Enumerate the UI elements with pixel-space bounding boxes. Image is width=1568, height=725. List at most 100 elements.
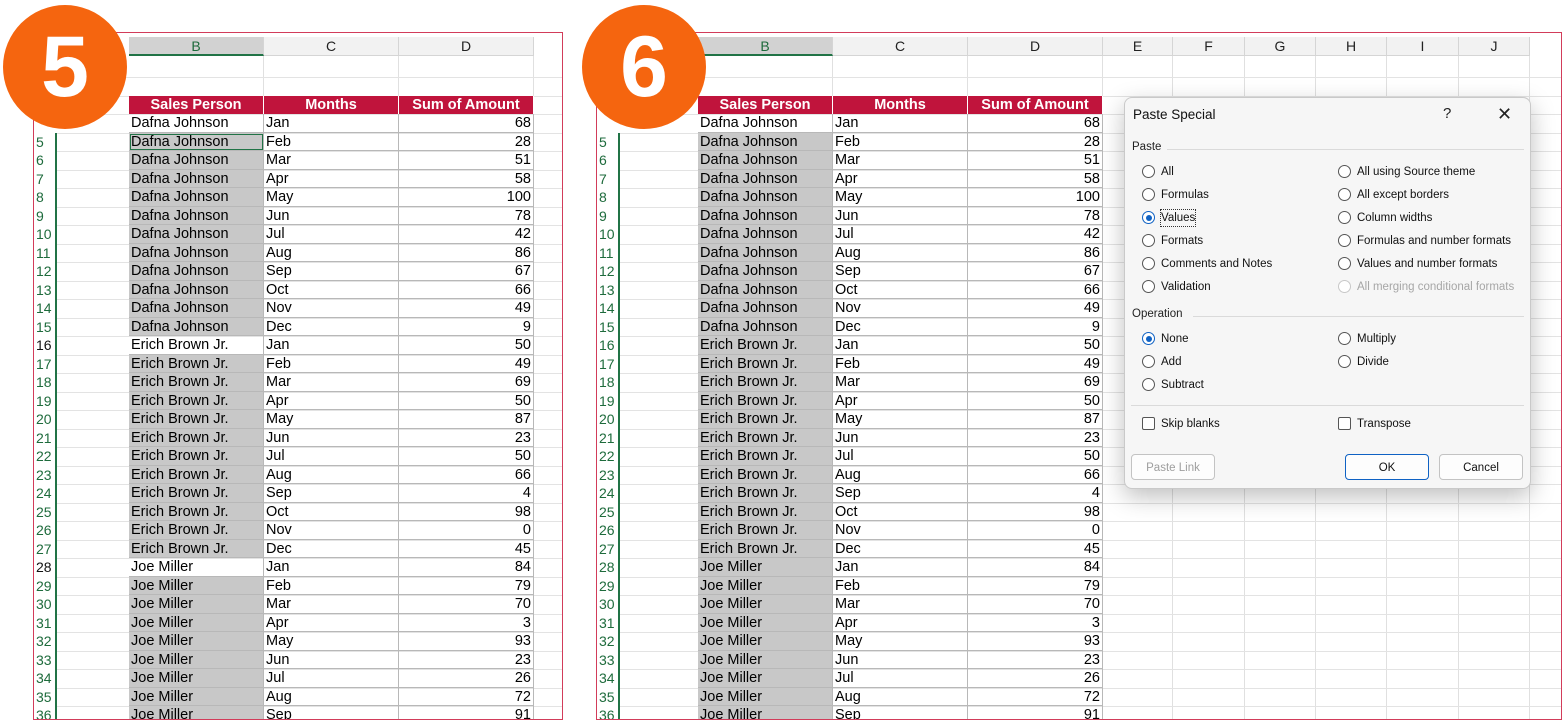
row-number[interactable]: 36 <box>34 706 56 719</box>
cell-sales-person[interactable]: Erich Brown Jr. <box>129 336 264 355</box>
row-number[interactable]: 33 <box>597 651 619 670</box>
cell-sales-person[interactable]: Dafna Johnson <box>129 114 264 133</box>
cell-month[interactable]: Sep <box>264 484 399 503</box>
row-number[interactable]: 13 <box>34 281 56 300</box>
cell-month[interactable]: Jul <box>833 447 968 466</box>
row-number[interactable]: 20 <box>34 410 56 429</box>
cell-month[interactable]: Jul <box>833 669 968 688</box>
row-number[interactable]: 22 <box>597 447 619 466</box>
row-number[interactable]: 10 <box>597 225 619 244</box>
radio-button[interactable] <box>1142 211 1155 224</box>
cell-sales-person[interactable]: Joe Miller <box>129 613 264 632</box>
column-header-g[interactable]: G <box>1245 37 1316 56</box>
row-number[interactable]: 21 <box>597 429 619 448</box>
cell-amount[interactable]: 87 <box>399 410 534 429</box>
row-number[interactable]: 23 <box>597 466 619 485</box>
radio-button[interactable] <box>1142 332 1155 345</box>
cell-month[interactable]: Nov <box>264 521 399 540</box>
cell-sales-person[interactable]: Joe Miller <box>129 650 264 669</box>
cell-sales-person[interactable]: Joe Miller <box>698 632 833 651</box>
cell-sales-person[interactable]: Erich Brown Jr. <box>698 428 833 447</box>
cell-month[interactable]: Jul <box>264 225 399 244</box>
cell-sales-person[interactable]: Dafna Johnson <box>129 225 264 244</box>
column-header-b[interactable]: B <box>129 37 264 56</box>
row-number[interactable]: 36 <box>597 706 619 719</box>
cell-amount[interactable]: 67 <box>968 262 1103 281</box>
cell-amount[interactable]: 23 <box>968 650 1103 669</box>
cell-amount[interactable]: 51 <box>399 151 534 170</box>
cell-amount[interactable]: 68 <box>968 114 1103 133</box>
radio-button[interactable] <box>1142 280 1155 293</box>
cell-amount[interactable]: 93 <box>968 632 1103 651</box>
cell-month[interactable]: Dec <box>833 539 968 558</box>
cell-sales-person[interactable]: Dafna Johnson <box>698 299 833 318</box>
cell-amount[interactable]: 91 <box>968 706 1103 719</box>
row-number[interactable]: 32 <box>597 632 619 651</box>
radio-button[interactable] <box>1142 165 1155 178</box>
cell-month[interactable]: May <box>833 410 968 429</box>
row-number[interactable]: 31 <box>597 614 619 633</box>
row-number[interactable]: 19 <box>34 392 56 411</box>
cell-month[interactable]: Jun <box>264 650 399 669</box>
cell-sales-person[interactable]: Erich Brown Jr. <box>698 336 833 355</box>
radio-button[interactable] <box>1338 234 1351 247</box>
cell-month[interactable]: Mar <box>833 373 968 392</box>
row-number[interactable]: 11 <box>597 244 619 263</box>
cell-amount[interactable]: 26 <box>968 669 1103 688</box>
cell-sales-person[interactable]: Erich Brown Jr. <box>698 539 833 558</box>
row-number[interactable]: 23 <box>34 466 56 485</box>
cell-amount[interactable]: 49 <box>968 354 1103 373</box>
row-number[interactable]: 28 <box>34 558 56 577</box>
cell-sales-person[interactable]: Joe Miller <box>698 669 833 688</box>
row-number[interactable]: 13 <box>597 281 619 300</box>
cell-month[interactable]: Nov <box>833 521 968 540</box>
cell-amount[interactable]: 3 <box>399 613 534 632</box>
row-number[interactable]: 24 <box>597 484 619 503</box>
column-header-i[interactable]: I <box>1387 37 1459 56</box>
cell-sales-person[interactable]: Dafna Johnson <box>698 206 833 225</box>
cell-amount[interactable]: 4 <box>968 484 1103 503</box>
radio-button[interactable] <box>1338 355 1351 368</box>
cell-sales-person[interactable]: Dafna Johnson <box>129 317 264 336</box>
row-number[interactable]: 16 <box>34 336 56 355</box>
cell-month[interactable]: Apr <box>833 169 968 188</box>
cell-amount[interactable]: 50 <box>399 336 534 355</box>
cell-amount[interactable]: 66 <box>968 280 1103 299</box>
radio-button[interactable] <box>1142 234 1155 247</box>
cell-sales-person[interactable]: Erich Brown Jr. <box>698 373 833 392</box>
cell-month[interactable]: Dec <box>264 539 399 558</box>
cell-sales-person[interactable]: Erich Brown Jr. <box>129 484 264 503</box>
radio-button[interactable] <box>1142 355 1155 368</box>
cell-month[interactable]: Jun <box>833 428 968 447</box>
cell-amount[interactable]: 68 <box>399 114 534 133</box>
cell-sales-person[interactable]: Erich Brown Jr. <box>129 539 264 558</box>
cell-sales-person[interactable]: Joe Miller <box>129 595 264 614</box>
cell-sales-person[interactable]: Dafna Johnson <box>698 151 833 170</box>
cell-sales-person[interactable]: Joe Miller <box>698 706 833 719</box>
header-sales-person[interactable]: Sales Person <box>129 96 264 114</box>
row-number[interactable]: 16 <box>597 336 619 355</box>
radio-button[interactable] <box>1142 188 1155 201</box>
row-number[interactable]: 5 <box>597 133 619 152</box>
cell-sales-person[interactable]: Dafna Johnson <box>698 188 833 207</box>
column-header-d[interactable]: D <box>399 37 534 56</box>
row-number[interactable]: 22 <box>34 447 56 466</box>
cell-month[interactable]: Jun <box>833 650 968 669</box>
cell-sales-person[interactable]: Erich Brown Jr. <box>129 391 264 410</box>
cell-amount[interactable]: 78 <box>968 206 1103 225</box>
cell-sales-person[interactable]: Joe Miller <box>129 669 264 688</box>
cell-month[interactable]: Feb <box>833 354 968 373</box>
cell-sales-person[interactable]: Dafna Johnson <box>129 280 264 299</box>
row-number[interactable]: 10 <box>34 225 56 244</box>
cell-month[interactable]: Oct <box>264 280 399 299</box>
column-header-e[interactable]: E <box>1103 37 1173 56</box>
cell-month[interactable]: Jul <box>833 225 968 244</box>
cell-month[interactable]: Aug <box>833 465 968 484</box>
cell-month[interactable]: Jan <box>264 558 399 577</box>
cell-month[interactable]: Feb <box>264 354 399 373</box>
cell-amount[interactable]: 50 <box>968 336 1103 355</box>
cell-amount[interactable]: 72 <box>399 687 534 706</box>
row-number[interactable]: 12 <box>34 262 56 281</box>
cell-amount[interactable]: 69 <box>399 373 534 392</box>
row-number[interactable]: 15 <box>597 318 619 337</box>
